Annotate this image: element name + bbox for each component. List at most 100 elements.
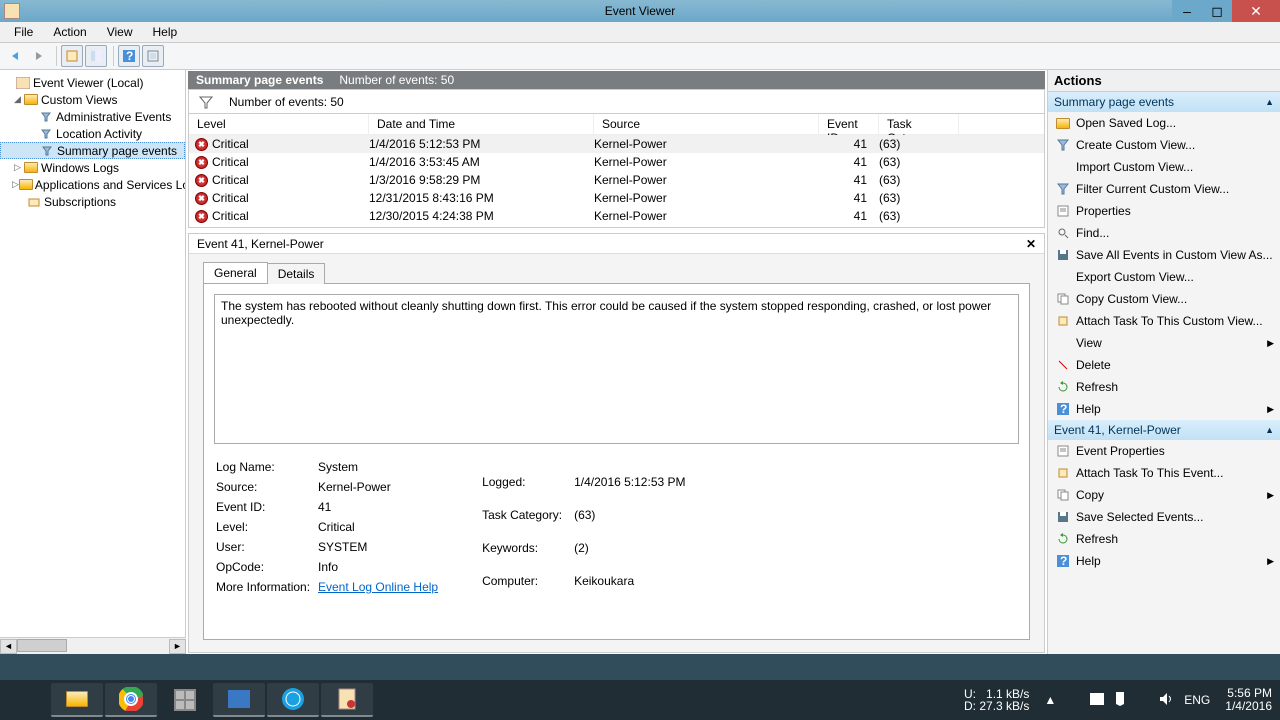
center-header: Summary page events Number of events: 50 xyxy=(188,71,1045,89)
toolbar-btn-2[interactable] xyxy=(85,45,107,67)
toolbar-btn-4[interactable] xyxy=(142,45,164,67)
action-item[interactable]: ?Help▶ xyxy=(1048,550,1280,572)
taskbar-app-3[interactable] xyxy=(267,683,319,717)
menu-file[interactable]: File xyxy=(4,23,43,41)
tray-action-center-icon[interactable] xyxy=(1114,692,1126,709)
tree-custom-views[interactable]: ◢Custom Views xyxy=(0,91,185,108)
action-item[interactable]: View▶ xyxy=(1048,332,1280,354)
grid-body[interactable]: ✖Critical1/4/2016 5:12:53 PMKernel-Power… xyxy=(189,135,1044,226)
action-icon xyxy=(1054,511,1072,523)
taskbar-explorer[interactable] xyxy=(51,683,103,717)
error-icon: ✖ xyxy=(195,174,208,187)
system-tray[interactable]: U: 1.1 kB/s D: 27.3 kB/s ▲ ENG 5:56 PM 1… xyxy=(964,687,1280,713)
action-item[interactable]: Save Selected Events... xyxy=(1048,506,1280,528)
grid-header[interactable]: Level Date and Time Source Event ID Task… xyxy=(189,114,1044,135)
tree-windows-logs[interactable]: ▷Windows Logs xyxy=(0,159,185,176)
tray-lang[interactable]: ENG xyxy=(1184,693,1210,707)
online-help-link[interactable]: Event Log Online Help xyxy=(318,580,438,594)
toolbar-btn-1[interactable] xyxy=(61,45,83,67)
menu-help[interactable]: Help xyxy=(143,23,188,41)
taskbar[interactable]: U: 1.1 kB/s D: 27.3 kB/s ▲ ENG 5:56 PM 1… xyxy=(0,680,1280,720)
action-icon xyxy=(1054,183,1072,195)
col-source[interactable]: Source xyxy=(594,114,819,134)
submenu-arrow-icon: ▶ xyxy=(1267,338,1274,349)
error-icon: ✖ xyxy=(195,192,208,205)
tray-clock[interactable]: 5:56 PM 1/4/2016 xyxy=(1225,687,1272,713)
taskbar-app-1[interactable] xyxy=(159,683,211,717)
action-item[interactable]: Import Custom View... xyxy=(1048,156,1280,178)
center-title: Summary page events xyxy=(196,73,323,87)
event-row[interactable]: ✖Critical1/3/2016 9:58:29 PMKernel-Power… xyxy=(189,171,1044,189)
action-item[interactable]: Find... xyxy=(1048,222,1280,244)
action-icon xyxy=(1054,315,1072,327)
taskbar-eventviewer[interactable] xyxy=(321,683,373,717)
error-icon: ✖ xyxy=(195,210,208,223)
tree-admin-events[interactable]: Administrative Events xyxy=(0,108,185,125)
center-count: Number of events: 50 xyxy=(339,73,454,87)
filter-count: Number of events: 50 xyxy=(229,95,344,109)
action-item[interactable]: Copy▶ xyxy=(1048,484,1280,506)
navigation-tree[interactable]: Event Viewer (Local) ◢Custom Views Admin… xyxy=(0,70,186,637)
action-icon xyxy=(1054,118,1072,129)
action-item[interactable]: Create Custom View... xyxy=(1048,134,1280,156)
action-item[interactable]: Save All Events in Custom View As... xyxy=(1048,244,1280,266)
start-button[interactable] xyxy=(0,680,50,720)
collapse-icon[interactable]: ▲ xyxy=(1265,97,1274,107)
event-message: The system has rebooted without cleanly … xyxy=(214,294,1019,444)
action-item[interactable]: Copy Custom View... xyxy=(1048,288,1280,310)
action-item[interactable]: ?Help▶ xyxy=(1048,398,1280,420)
event-grid: Level Date and Time Source Event ID Task… xyxy=(188,114,1045,228)
action-item[interactable]: Filter Current Custom View... xyxy=(1048,178,1280,200)
tree-subscriptions[interactable]: Subscriptions xyxy=(0,193,185,210)
col-eventid[interactable]: Event ID xyxy=(819,114,879,134)
back-button[interactable] xyxy=(4,45,26,67)
tree-hscroll[interactable]: ◄► xyxy=(0,637,186,654)
action-item[interactable]: Refresh xyxy=(1048,376,1280,398)
minimize-button[interactable]: ‒ xyxy=(1172,0,1202,22)
event-row[interactable]: ✖Critical12/30/2015 4:24:38 PMKernel-Pow… xyxy=(189,207,1044,225)
collapse-icon[interactable]: ▲ xyxy=(1265,425,1274,435)
taskbar-app-2[interactable] xyxy=(213,683,265,717)
col-taskcat[interactable]: Task Category xyxy=(879,114,959,134)
tree-apps-services-logs[interactable]: ▷Applications and Services Logs xyxy=(0,176,185,193)
col-datetime[interactable]: Date and Time xyxy=(369,114,594,134)
action-item[interactable]: Delete xyxy=(1048,354,1280,376)
tray-network-icon[interactable] xyxy=(1136,693,1150,708)
action-item[interactable]: Export Custom View... xyxy=(1048,266,1280,288)
action-item[interactable]: Properties xyxy=(1048,200,1280,222)
error-icon: ✖ xyxy=(195,156,208,169)
tray-up-icon[interactable]: ▲ xyxy=(1044,693,1056,707)
action-item[interactable]: Refresh xyxy=(1048,528,1280,550)
tray-win-icon[interactable] xyxy=(1066,692,1080,709)
action-item[interactable]: Attach Task To This Event... xyxy=(1048,462,1280,484)
menu-view[interactable]: View xyxy=(97,23,143,41)
actions-group1-header[interactable]: Summary page events▲ xyxy=(1048,92,1280,112)
event-row[interactable]: ✖Critical12/31/2015 8:43:16 PMKernel-Pow… xyxy=(189,189,1044,207)
detail-close-icon[interactable]: ✕ xyxy=(1026,237,1036,251)
forward-button[interactable] xyxy=(28,45,50,67)
tree-summary-page-events[interactable]: Summary page events xyxy=(0,142,185,159)
taskbar-chrome[interactable] xyxy=(105,683,157,717)
action-icon xyxy=(1054,139,1072,151)
maximize-button[interactable]: ◻ xyxy=(1202,0,1232,22)
action-icon xyxy=(1054,359,1072,371)
col-level[interactable]: Level xyxy=(189,114,369,134)
svg-text:?: ? xyxy=(126,50,133,62)
actions-group2-header[interactable]: Event 41, Kernel-Power▲ xyxy=(1048,420,1280,440)
event-row[interactable]: ✖Critical1/4/2016 5:12:53 PMKernel-Power… xyxy=(189,135,1044,153)
filter-icon xyxy=(199,95,213,109)
help-button[interactable]: ? xyxy=(118,45,140,67)
action-item[interactable]: Event Properties xyxy=(1048,440,1280,462)
tab-general[interactable]: General xyxy=(203,262,268,283)
close-button[interactable]: ✕ xyxy=(1232,0,1280,22)
tab-details[interactable]: Details xyxy=(267,263,326,284)
tree-location-activity[interactable]: Location Activity xyxy=(0,125,185,142)
action-icon: ? xyxy=(1054,403,1072,415)
tray-warn-icon[interactable] xyxy=(1090,692,1104,709)
action-item[interactable]: Attach Task To This Custom View... xyxy=(1048,310,1280,332)
tree-root[interactable]: Event Viewer (Local) xyxy=(0,74,185,91)
menu-action[interactable]: Action xyxy=(43,23,96,41)
event-row[interactable]: ✖Critical1/4/2016 3:53:45 AMKernel-Power… xyxy=(189,153,1044,171)
action-item[interactable]: Open Saved Log... xyxy=(1048,112,1280,134)
tray-volume-icon[interactable] xyxy=(1160,693,1174,708)
